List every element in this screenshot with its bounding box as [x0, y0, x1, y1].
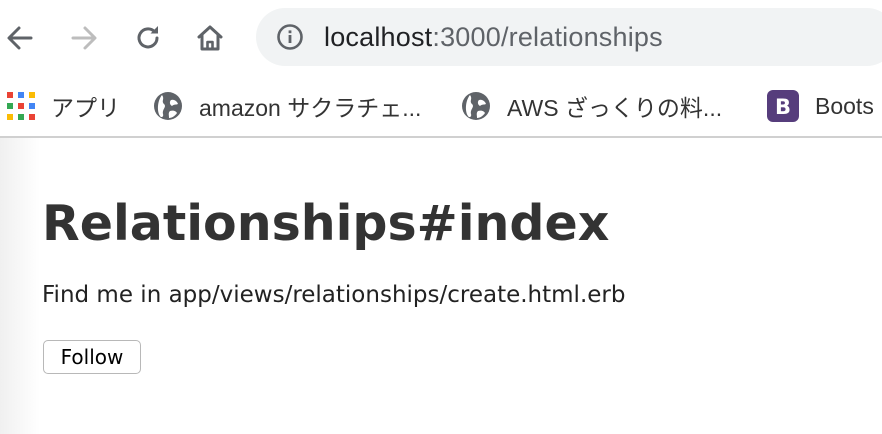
- bootstrap-icon-letter: B: [775, 95, 791, 119]
- globe-icon: [154, 92, 182, 120]
- reload-icon: [137, 26, 159, 49]
- forward-button[interactable]: [64, 18, 104, 58]
- back-arrow-icon: [7, 26, 33, 50]
- bookmark-label: アプリ: [51, 95, 120, 121]
- browser-chrome: localhost:3000/relationships アプリ amazon …: [0, 0, 882, 138]
- url-host: localhost: [324, 22, 433, 52]
- home-button[interactable]: [190, 18, 230, 58]
- address-bar[interactable]: localhost:3000/relationships: [256, 8, 882, 66]
- forward-arrow-icon: [71, 26, 97, 50]
- bookmark-bootstrap[interactable]: B Boots: [767, 86, 874, 126]
- bookmark-label: amazon サクラチェ...: [199, 95, 422, 121]
- globe-icon: [462, 92, 490, 120]
- home-icon: [197, 25, 223, 51]
- url-path: :3000/relationships: [432, 22, 663, 52]
- bookmark-label: Boots: [815, 92, 874, 119]
- bookmark-amazon[interactable]: amazon サクラチェ...: [153, 86, 421, 126]
- browser-toolbar: localhost:3000/relationships: [0, 0, 882, 76]
- reload-button[interactable]: [128, 18, 168, 58]
- apps-grid-icon: [7, 92, 35, 120]
- page-content: Relationships#index Find me in app/views…: [0, 138, 882, 434]
- page-description: Find me in app/views/relationships/creat…: [42, 282, 626, 308]
- url-text[interactable]: localhost:3000/relationships: [324, 21, 663, 53]
- bookmark-aws[interactable]: AWS ざっくりの料...: [461, 86, 722, 126]
- bootstrap-icon: B: [767, 90, 799, 122]
- info-icon[interactable]: [276, 23, 304, 51]
- bookmark-label: AWS ざっくりの料...: [507, 95, 723, 121]
- bookmarks-bar: アプリ amazon サクラチェ... AWS ざっくりの料... B Boot…: [0, 76, 882, 136]
- page-title: Relationships#index: [42, 195, 610, 252]
- follow-button[interactable]: Follow: [43, 340, 141, 374]
- bookmark-apps[interactable]: アプリ: [7, 86, 120, 126]
- back-button[interactable]: [0, 18, 40, 58]
